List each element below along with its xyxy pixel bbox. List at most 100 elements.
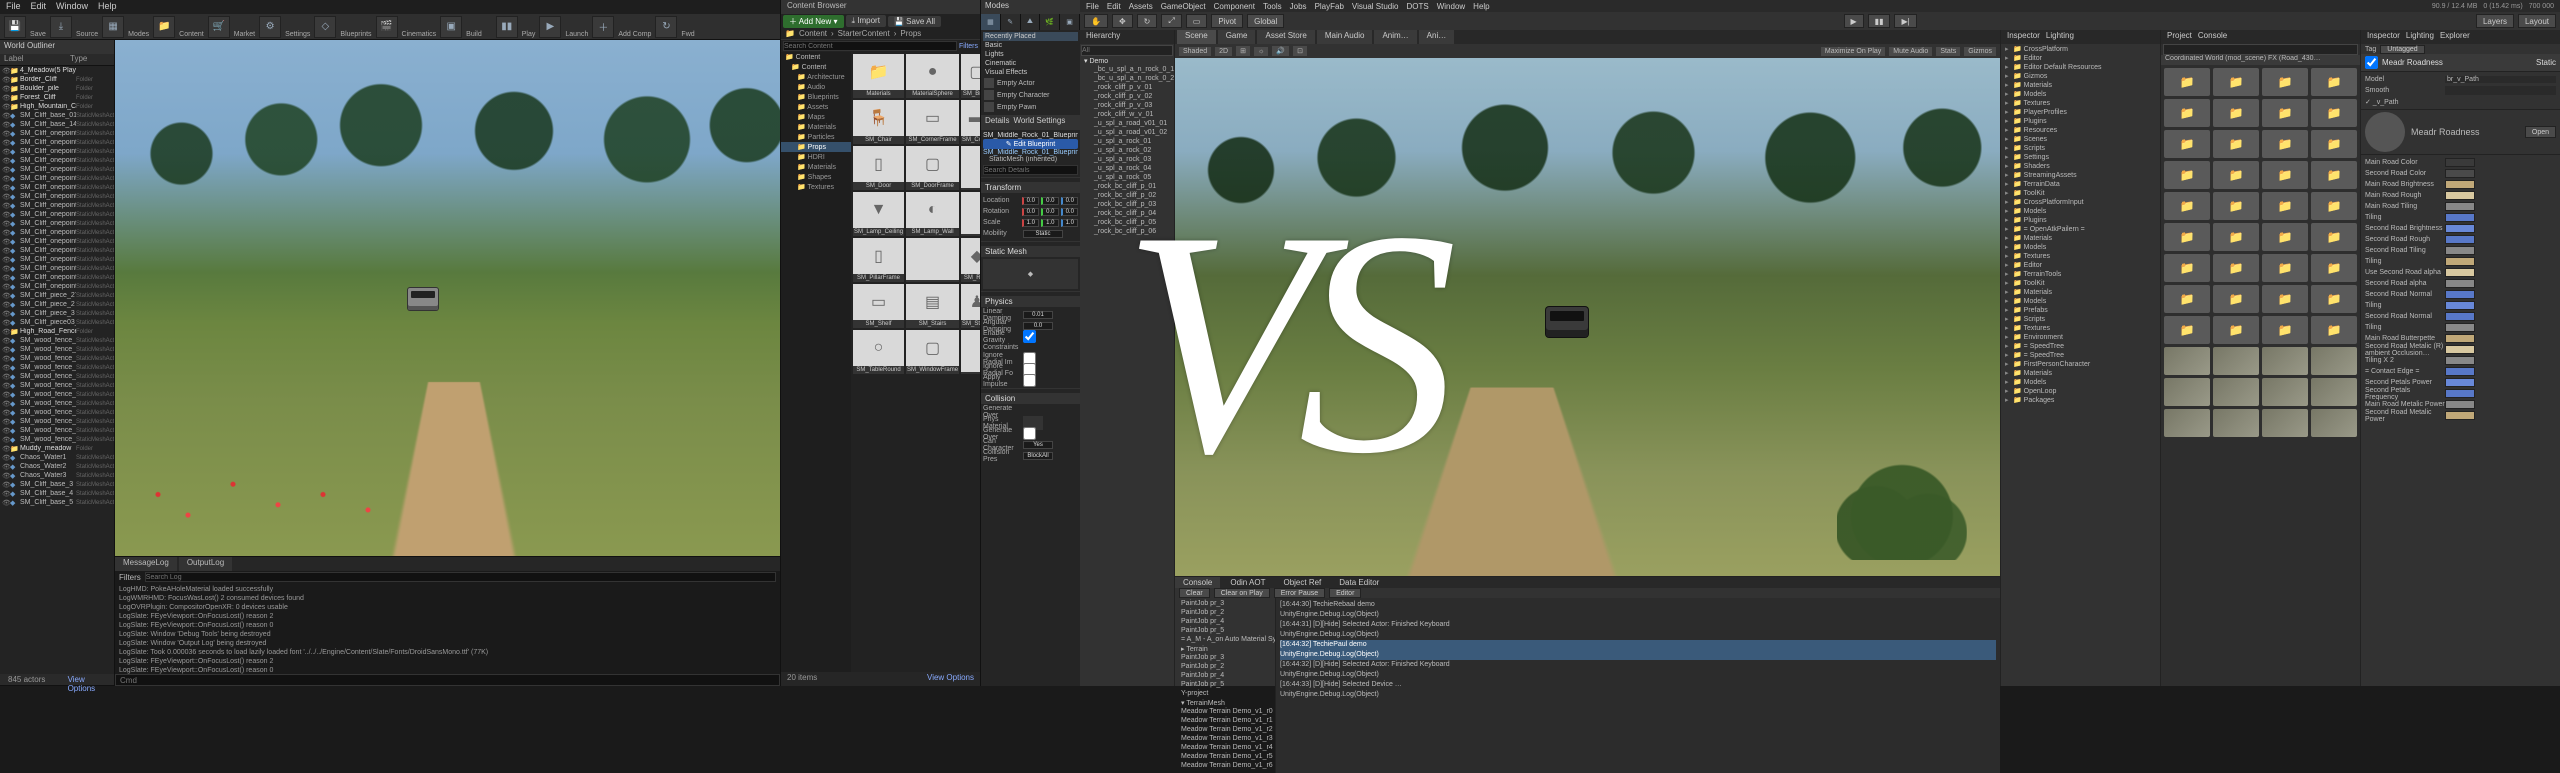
project-thumbnail[interactable]: 📁 — [2311, 254, 2357, 282]
cinematics-icon[interactable]: 🎬 — [376, 16, 398, 38]
folder-item[interactable]: ▸📁 Materials — [2001, 287, 2160, 296]
hierarchy-item[interactable]: PaintJob pr_3 — [1177, 600, 1273, 609]
saveall-button[interactable]: 💾 Save All — [888, 16, 941, 27]
hierarchy-item[interactable]: ▾ TerrainMesh — [1177, 699, 1273, 708]
ue-menu-file[interactable]: File — [6, 1, 21, 13]
tab-dataeditor[interactable]: Data Editor — [1331, 577, 1387, 588]
folder-item[interactable]: ▸📁 Textures — [2001, 98, 2160, 107]
asset-thumbnail[interactable] — [961, 146, 980, 190]
global-button[interactable]: Global — [1247, 14, 1284, 28]
hierarchy-item[interactable]: Meadow Terrain Demo_v1_r6 — [1177, 762, 1273, 771]
asset-thumbnail[interactable]: ▢SM_DoorFrame — [906, 146, 959, 190]
place-item[interactable]: Empty Character — [983, 89, 1078, 101]
hierarchy-item[interactable]: _bc_u_spl_a_n_rock_0_2 — [1080, 75, 1174, 84]
project-thumbnail[interactable]: 📁 — [2164, 99, 2210, 127]
project-thumbnail[interactable] — [2213, 409, 2259, 437]
project-thumbnail[interactable]: 📁 — [2164, 192, 2210, 220]
hierarchy-item[interactable]: Meadow Terrain Demo_v1_r0 — [1177, 708, 1273, 717]
hierarchy-item[interactable]: Meadow Terrain Demo_v1_r1 — [1177, 717, 1273, 726]
place-item[interactable]: Empty Actor — [983, 77, 1078, 89]
project-thumbnail[interactable] — [2164, 378, 2210, 406]
place-category[interactable]: Cinematic — [983, 59, 1078, 68]
cb-folder[interactable]: 📁 Materials — [781, 122, 851, 132]
mobility-value[interactable]: Static — [1023, 230, 1063, 238]
fx-toggle-icon[interactable]: ⊡ — [1293, 46, 1307, 56]
go-checkbox[interactable] — [1023, 427, 1036, 440]
addcomp-icon[interactable]: ＋ — [592, 16, 614, 38]
tab-messagelog[interactable]: MessageLog — [115, 557, 177, 571]
val-ld[interactable]: 0.01 — [1023, 311, 1053, 319]
ai-checkbox[interactable] — [1023, 374, 1036, 387]
folder-item[interactable]: ▸📁 Shaders — [2001, 161, 2160, 170]
hierarchy-item[interactable]: Meadow Terrain Demo_v1_r2 — [1177, 726, 1273, 735]
hierarchy-item[interactable]: ▸ Terrain — [1177, 645, 1273, 654]
outliner-row[interactable]: 👁◆SM_Cliff_onepoint_55StaticMeshActor — [0, 210, 114, 219]
hierarchy-item[interactable]: _rock_cliff_p_v_01 — [1080, 84, 1174, 93]
rot-x[interactable]: 0.0 — [1022, 208, 1039, 216]
folder-item[interactable]: ▸📁 Materials — [2001, 368, 2160, 377]
hierarchy-item[interactable]: _u_spl_a_road_v01_02 — [1080, 129, 1174, 138]
step-button[interactable]: ▶| — [1894, 14, 1916, 28]
folder-item[interactable]: ▸📁 TerrainData — [2001, 179, 2160, 188]
tab-explorer[interactable]: Explorer — [2440, 31, 2470, 43]
hierarchy-item[interactable]: _rock_bc_cliff_p_03 — [1080, 201, 1174, 210]
foliage-mode-icon[interactable]: 🌿 — [1040, 14, 1060, 30]
ue-viewport[interactable] — [115, 40, 780, 556]
outliner-row[interactable]: 👁◆SM_wood_fence_type_01_A35StaticMeshAct… — [0, 381, 114, 390]
outliner-row[interactable]: 👁◆SM_wood_fence_type_02_C_pushStaticMesh… — [0, 435, 114, 444]
asset-thumbnail[interactable]: 🪑SM_Chair — [853, 100, 904, 144]
hierarchy-tab[interactable]: Hierarchy — [1080, 30, 1174, 44]
col-label[interactable]: Label — [0, 54, 70, 65]
folder-item[interactable]: ▸📁 Scenes — [2001, 134, 2160, 143]
project-thumbnail[interactable]: 📁 — [2262, 161, 2308, 189]
cb-folder[interactable]: 📁 Props — [781, 142, 851, 152]
tab-game[interactable]: Game — [1218, 30, 1256, 44]
material-property[interactable]: Tiling X 2 — [2365, 355, 2556, 366]
gizmos-dropdown[interactable]: Gizmos — [1964, 47, 1996, 56]
project-thumbnail[interactable]: 📁 — [2213, 68, 2259, 96]
go-enabled[interactable] — [2365, 56, 2378, 69]
hierarchy-item[interactable]: Meadow Terrain Demo_v1_r4 — [1177, 744, 1273, 753]
cc-val[interactable]: Yes — [1023, 441, 1053, 449]
pivot-button[interactable]: Pivot — [1211, 14, 1243, 28]
folder-item[interactable]: ▸📁 OpenLoop — [2001, 386, 2160, 395]
folder-item[interactable]: ▸📁 Editor — [2001, 53, 2160, 62]
folder-item[interactable]: ▸📁 Packages — [2001, 395, 2160, 404]
tab-objref[interactable]: Object Ref — [1275, 577, 1329, 588]
cb-folder[interactable]: 📁 Shapes — [781, 172, 851, 182]
outliner-row[interactable]: 👁◆SM_Cliff_base_4StaticMeshActor — [0, 489, 114, 498]
hierarchy-item[interactable]: _u_spl_a_rock_04 — [1080, 165, 1174, 174]
outliner-row[interactable]: 👁◆SM_Cliff_onepoint_102StaticMeshActor — [0, 255, 114, 264]
tab-lighting-mid[interactable]: Lighting — [2046, 31, 2074, 43]
project-thumbnail[interactable]: 📁 — [2213, 316, 2259, 344]
tab-anim2[interactable]: Ani… — [1419, 30, 1455, 44]
project-thumbnail[interactable]: 📁 — [2262, 223, 2308, 251]
project-grid[interactable]: 📁📁📁📁📁📁📁📁📁📁📁📁📁📁📁📁📁📁📁📁📁📁📁📁📁📁📁📁📁📁📁📁📁📁📁📁 — [2161, 65, 2360, 686]
project-thumbnail[interactable]: 📁 — [2213, 130, 2259, 158]
folder-item[interactable]: ▸📁 ToolKit — [2001, 188, 2160, 197]
un-menu-help[interactable]: Help — [1473, 2, 1489, 11]
audio-toggle-icon[interactable]: 🔊 — [1272, 46, 1289, 56]
project-thumbnail[interactable]: 📁 — [2213, 285, 2259, 313]
project-thumbnail[interactable]: 📁 — [2213, 161, 2259, 189]
hierarchy-item[interactable]: PaintJob pr_4 — [1177, 672, 1273, 681]
hierarchy-item[interactable]: PaintJob pr_2 — [1177, 663, 1273, 672]
asset-thumbnail[interactable]: 📁Materials — [853, 54, 904, 98]
project-thumbnail[interactable]: 📁 — [2311, 285, 2357, 313]
outliner-row[interactable]: 👁◆SM_Cliff_base_5StaticMeshActor — [0, 498, 114, 507]
project-thumbnail[interactable]: 📁 — [2213, 223, 2259, 251]
hierarchy-item[interactable]: _rock_bc_cliff_p_05 — [1080, 219, 1174, 228]
outliner-row[interactable]: 👁📁High_Road_FenceFolder — [0, 327, 114, 336]
tab-mainaudio[interactable]: Main Audio — [1317, 30, 1373, 44]
folder-item[interactable]: ▸📁 Resources — [2001, 125, 2160, 134]
project-thumbnail[interactable] — [2164, 347, 2210, 375]
tab-outputlog[interactable]: OutputLog — [179, 557, 232, 571]
outliner-row[interactable]: 👁◆SM_Cliff_onepoint_103StaticMeshActor — [0, 264, 114, 273]
project-thumbnail[interactable]: 📁 — [2213, 254, 2259, 282]
place-mode-icon[interactable]: ▦ — [981, 14, 1001, 30]
launch-icon[interactable]: ▶ — [539, 16, 561, 38]
project-thumbnail[interactable] — [2164, 409, 2210, 437]
material-property[interactable]: Second Road Brightness — [2365, 223, 2556, 234]
cb-folder[interactable]: 📁 Textures — [781, 182, 851, 192]
project-thumbnail[interactable]: 📁 — [2262, 285, 2308, 313]
